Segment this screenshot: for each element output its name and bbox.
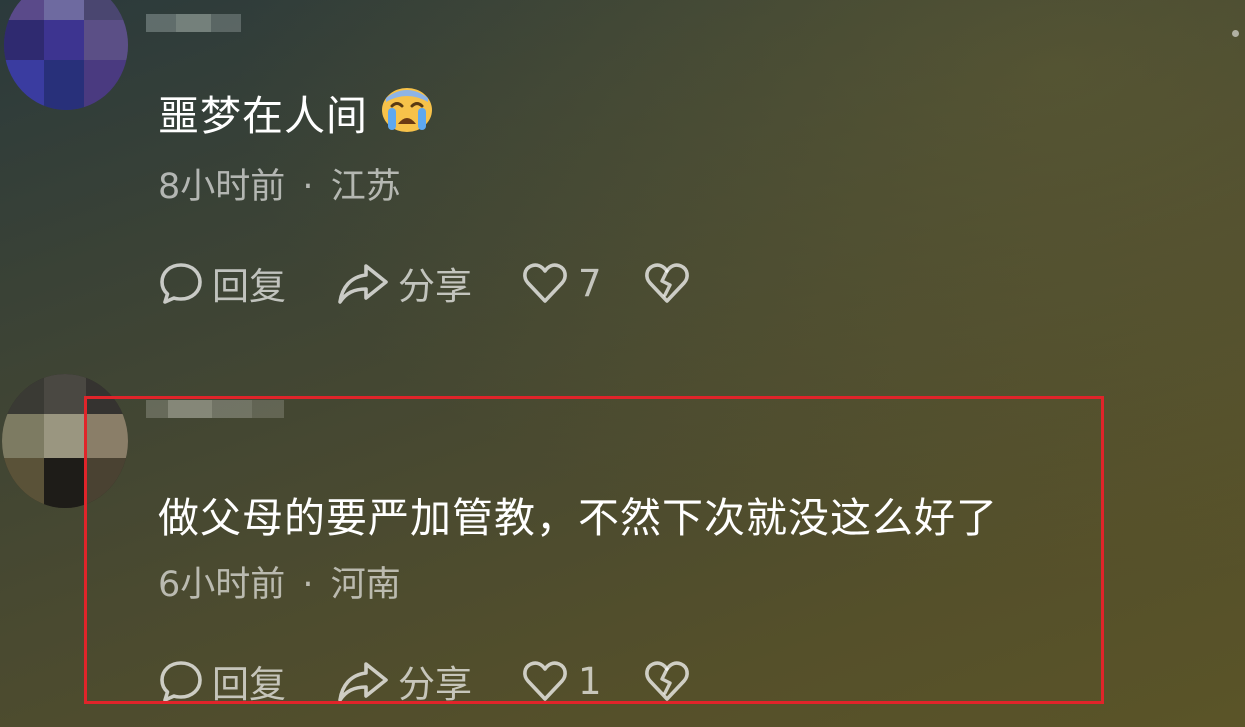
share-button[interactable]: 分享 — [336, 258, 472, 308]
crying-face-icon — [380, 86, 434, 144]
like-count: 7 — [578, 261, 602, 305]
highlight-box — [84, 396, 1104, 704]
comment-item: 噩梦在人间 8小时前 · 江苏 回复 分享 7 — [0, 0, 1245, 340]
scroll-indicator — [1232, 30, 1239, 37]
speech-bubble-icon — [158, 260, 204, 306]
comment-actions: 回复 分享 7 — [158, 258, 758, 308]
comment-text-content: 噩梦在人间 — [158, 92, 368, 140]
avatar[interactable] — [4, 0, 128, 110]
heart-icon — [522, 261, 568, 305]
broken-heart-icon — [644, 261, 690, 305]
meta-separator: · — [302, 167, 314, 207]
comment-text: 噩梦在人间 — [158, 82, 434, 148]
timestamp: 8小时前 — [158, 167, 286, 207]
reply-button[interactable]: 回复 — [158, 258, 286, 308]
username-blurred[interactable] — [146, 14, 241, 44]
like-button[interactable]: 7 — [522, 258, 602, 308]
comment-meta: 8小时前 · 江苏 — [158, 158, 401, 209]
reply-label: 回复 — [212, 265, 286, 308]
dislike-button[interactable] — [644, 258, 690, 308]
share-label: 分享 — [398, 265, 472, 308]
location: 江苏 — [330, 167, 401, 207]
share-arrow-icon — [336, 260, 390, 306]
